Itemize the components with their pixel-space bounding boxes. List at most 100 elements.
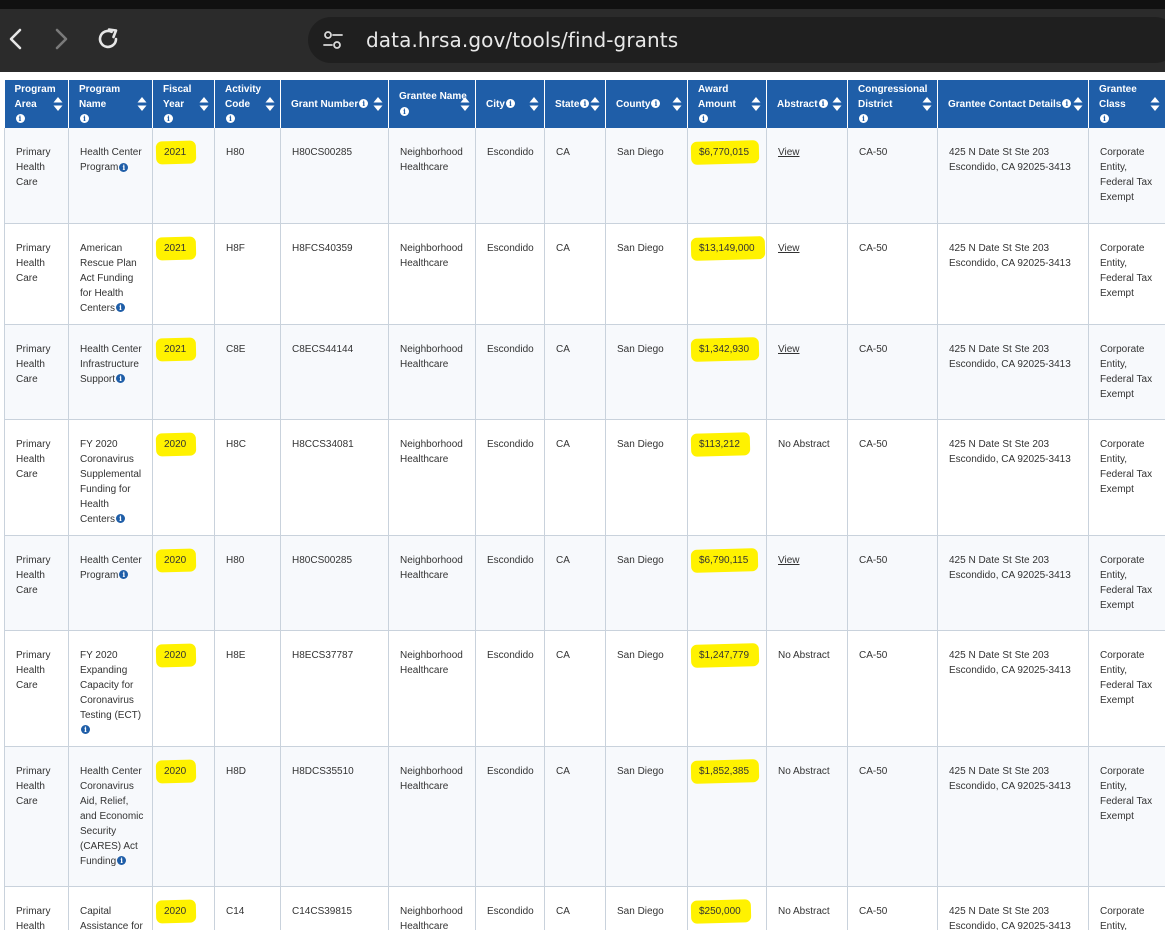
program-area-text: Primary Health Care [16, 905, 51, 930]
column-header-grant-number[interactable]: Grant Number i [280, 80, 389, 128]
grants-table-container: Program Areai Program Namei Fiscal Yeari Ac… [4, 80, 1165, 930]
info-icon[interactable]: i [164, 114, 173, 124]
fiscal-year-text: 2021 [164, 242, 187, 254]
info-icon[interactable]: i [116, 374, 126, 384]
info-icon[interactable]: i [651, 99, 661, 109]
cell-grantee-name: Neighborhood Healthcare [388, 128, 476, 224]
view-abstract-link[interactable]: View [778, 243, 800, 254]
info-icon[interactable]: i [699, 114, 708, 124]
reload-button[interactable] [92, 23, 124, 55]
program-area-text: Primary Health Care [16, 554, 51, 596]
info-icon[interactable]: i [859, 114, 868, 124]
column-header-fiscal-year[interactable]: Fiscal Yeari [152, 80, 215, 128]
table-row: Primary Health Care Health Center Infrast… [4, 324, 1165, 420]
sort-icon[interactable] [672, 96, 682, 112]
sort-icon[interactable] [199, 96, 209, 112]
sort-icon[interactable] [137, 96, 147, 112]
cell-fiscal-year: 2021 [152, 223, 215, 325]
info-icon[interactable]: i [226, 114, 235, 124]
info-icon[interactable]: i [119, 162, 129, 172]
sort-icon[interactable] [373, 96, 383, 112]
grantee-name-text: Neighborhood Healthcare [400, 765, 463, 792]
forward-button[interactable] [45, 23, 77, 55]
program-area-text: Primary Health Care [16, 765, 51, 807]
view-abstract-link[interactable]: View [778, 147, 800, 158]
column-header-grantee-class[interactable]: Grantee Classi [1088, 80, 1165, 128]
column-header-abstract[interactable]: Abstract i [766, 80, 848, 128]
column-header-state[interactable]: State i [544, 80, 606, 128]
info-icon[interactable]: i [400, 106, 409, 116]
city-state-zip-line: Escondido, CA 92025-3413 [949, 780, 1071, 792]
highlight-mark: 2020 [164, 553, 186, 568]
cell-county: San Diego [605, 419, 688, 536]
sort-icon[interactable] [265, 96, 275, 112]
column-header-program-area[interactable]: Program Areai [4, 80, 69, 128]
sort-icon[interactable] [1073, 96, 1083, 112]
county-text: San Diego [617, 242, 664, 254]
info-icon[interactable]: i [116, 303, 126, 313]
column-header-city[interactable]: City i [475, 80, 545, 128]
cell-program-area: Primary Health Care [4, 886, 69, 930]
tune-icon[interactable] [322, 30, 344, 50]
column-header-grantee-name[interactable]: Grantee Name i [388, 80, 476, 128]
view-abstract-link[interactable]: View [778, 555, 800, 566]
column-header-grantee-contact-details[interactable]: Grantee Contact Details i [937, 80, 1089, 128]
sort-icon[interactable] [529, 96, 539, 112]
program-name-text: Health Center Program [80, 554, 142, 581]
congressional-district-text: CA-50 [859, 438, 888, 450]
info-icon[interactable]: i [116, 514, 126, 524]
column-header-congressional-district[interactable]: Congressional Districti [847, 80, 938, 128]
column-header-activity-code[interactable]: Activity Codei [214, 80, 281, 128]
table-row: Primary Health Care Health Center Coronav… [4, 746, 1165, 887]
address-line: 425 N Date St Ste 203 [949, 554, 1050, 566]
cell-grant-number: H8FCS40359 [280, 223, 389, 325]
info-icon[interactable]: i [80, 114, 89, 124]
address-bar[interactable]: data.hrsa.gov/tools/find-grants [308, 17, 1165, 63]
cell-city: Escondido [475, 419, 545, 536]
info-icon[interactable]: i [117, 856, 127, 866]
view-abstract-link[interactable]: View [778, 344, 800, 355]
cell-contact-details: 425 N Date St Ste 203 Escondido, CA 92025… [937, 324, 1089, 420]
highlight-mark: 2021 [164, 241, 186, 256]
no-abstract-text: No Abstract [778, 649, 830, 661]
column-header-county[interactable]: County i [605, 80, 688, 128]
column-header-program-name[interactable]: Program Namei [68, 80, 153, 128]
info-icon[interactable]: i [1100, 114, 1109, 124]
cell-contact-details: 425 N Date St Ste 203 Escondido, CA 92025… [937, 419, 1089, 536]
cell-program-name: Capital Assistance for Disasteri [68, 886, 153, 930]
award-amount-text: $1,342,930 [699, 343, 750, 355]
column-header-label: Grantee Name [399, 91, 467, 102]
cell-program-name: Health Center Infrastructure Support i [68, 324, 153, 420]
sort-icon[interactable] [751, 96, 761, 112]
info-icon[interactable]: i [119, 570, 129, 580]
info-icon[interactable]: i [359, 99, 369, 109]
column-header-label: County [616, 98, 651, 110]
sort-icon[interactable] [460, 96, 470, 112]
award-amount-text: $6,770,015 [699, 147, 750, 158]
cell-award-amount: $250,000 [687, 886, 767, 930]
sort-icon[interactable] [922, 96, 932, 112]
sort-icon[interactable] [590, 96, 600, 112]
info-icon[interactable]: i [818, 99, 828, 109]
award-amount-text: $13,149,000 [699, 242, 755, 254]
info-icon[interactable]: i [580, 99, 590, 109]
county-text: San Diego [617, 905, 664, 917]
cell-abstract: View [766, 324, 848, 420]
sort-icon[interactable] [1150, 96, 1160, 112]
info-icon[interactable]: i [81, 725, 90, 735]
sort-icon[interactable] [53, 96, 63, 112]
info-icon[interactable]: i [15, 114, 25, 124]
cell-congressional-district: CA-50 [847, 630, 938, 747]
cell-grantee-name: Neighborhood Healthcare [388, 886, 476, 930]
cell-program-area: Primary Health Care [4, 746, 69, 887]
city-state-zip-line: Escondido, CA 92025-3413 [949, 257, 1071, 269]
column-header-award-amount[interactable]: Award Amounti [687, 80, 767, 128]
sort-icon[interactable] [832, 96, 842, 112]
info-icon[interactable]: i [505, 99, 515, 109]
cell-program-area: Primary Health Care [4, 223, 69, 325]
grantee-class-text: Corporate Entity, Federal Tax Exempt [1100, 765, 1153, 822]
url-text[interactable]: data.hrsa.gov/tools/find-grants [366, 28, 678, 52]
table-row: Primary Health Care Health Center Program… [4, 535, 1165, 631]
info-icon[interactable]: i [1062, 99, 1072, 109]
back-button[interactable] [0, 23, 32, 55]
